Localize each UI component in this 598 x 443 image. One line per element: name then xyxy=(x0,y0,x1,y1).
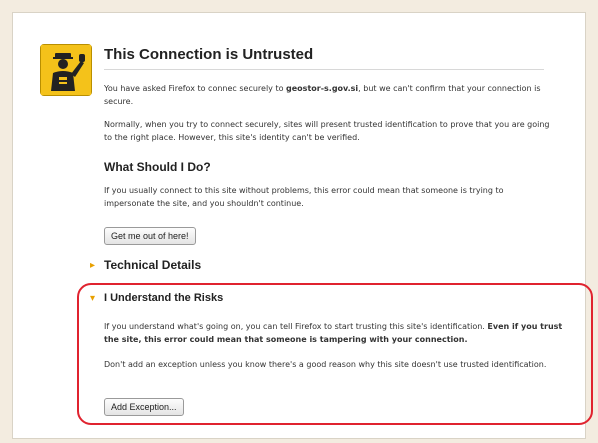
risk-text: If you understand what's going on, you c… xyxy=(104,320,572,346)
risk-text-pre: If you understand what's going on, you c… xyxy=(104,322,488,331)
intro-host: geostor-s.gov.si xyxy=(286,84,359,93)
understand-risks-toggle[interactable]: ▾ I Understand the Risks xyxy=(90,292,223,304)
officer-warning-icon xyxy=(40,44,92,96)
expand-bullet-icon: ▾ xyxy=(90,292,96,304)
exception-warning-text: Don't add an exception unless you know t… xyxy=(104,360,547,369)
expand-bullet-icon: ▸ xyxy=(90,259,96,271)
page-title: This Connection is Untrusted xyxy=(104,46,544,70)
intro-text-pre: You have asked Firefox to connec securel… xyxy=(104,84,287,93)
what-text: If you usually connect to this site with… xyxy=(104,186,504,208)
technical-details-heading: Technical Details xyxy=(104,258,202,272)
intro-text: You have asked Firefox to connec securel… xyxy=(104,82,554,108)
add-exception-button[interactable]: Add Exception... xyxy=(104,398,184,416)
technical-details-toggle[interactable]: ▸ Technical Details xyxy=(90,258,201,272)
understand-risks-heading: I Understand the Risks xyxy=(104,292,224,304)
what-should-i-do-heading: What Should I Do? xyxy=(104,160,211,174)
normally-text: Normally, when you try to connect secure… xyxy=(104,120,550,142)
get-me-out-button[interactable]: Get me out of here! xyxy=(104,227,196,245)
